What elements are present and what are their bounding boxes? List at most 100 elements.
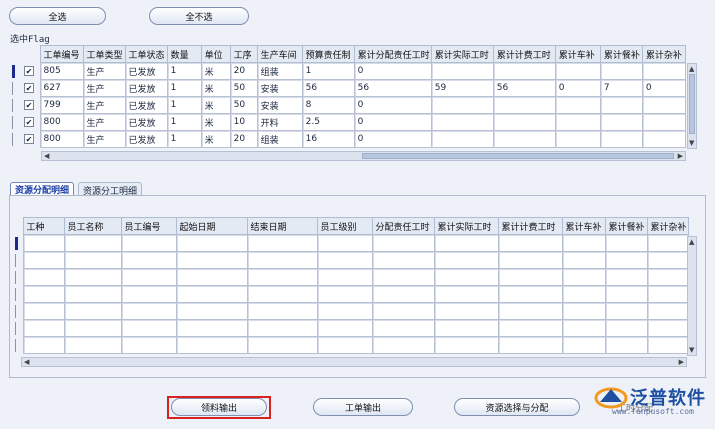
- table-row[interactable]: ✔ 799 生产 已发放 1 米 50 安装 8 0: [12, 96, 687, 114]
- table-cell[interactable]: [497, 234, 563, 252]
- table-cell[interactable]: [63, 302, 122, 320]
- table-cell[interactable]: [646, 268, 689, 286]
- table-cell[interactable]: 56: [353, 79, 432, 97]
- table-cell[interactable]: [371, 336, 435, 354]
- scroll-up-icon[interactable]: ▲: [689, 238, 694, 246]
- table-cell[interactable]: [22, 319, 65, 337]
- row-checkbox[interactable]: ✔: [24, 99, 34, 110]
- table-cell[interactable]: 0: [554, 79, 601, 97]
- table-cell[interactable]: [371, 268, 435, 286]
- table-cell[interactable]: 生产: [82, 130, 126, 148]
- work-order-output-button[interactable]: 工单输出: [313, 398, 413, 416]
- table-cell[interactable]: [316, 268, 373, 286]
- table-cell[interactable]: 1: [301, 62, 355, 80]
- table-cell[interactable]: 10: [229, 113, 258, 131]
- column-header[interactable]: 员工级别: [316, 217, 373, 235]
- row-selector[interactable]: [12, 64, 15, 78]
- table-cell[interactable]: [246, 251, 318, 269]
- table-cell[interactable]: [492, 96, 556, 114]
- table-cell[interactable]: [604, 268, 648, 286]
- table-cell[interactable]: 799: [39, 96, 84, 114]
- work-order-horizontal-scrollbar[interactable]: ◀ ▶: [41, 151, 686, 161]
- scroll-right-icon[interactable]: ▶: [679, 358, 684, 366]
- table-cell[interactable]: 安装: [256, 79, 303, 97]
- column-header[interactable]: 分配责任工时: [371, 217, 435, 235]
- table-cell[interactable]: [120, 268, 177, 286]
- table-cell[interactable]: [175, 302, 248, 320]
- table-cell[interactable]: [604, 234, 648, 252]
- table-cell[interactable]: [175, 285, 248, 303]
- table-cell[interactable]: [22, 285, 65, 303]
- table-cell[interactable]: 生产: [82, 62, 126, 80]
- table-cell[interactable]: [641, 130, 687, 148]
- table-cell[interactable]: [430, 96, 494, 114]
- table-cell[interactable]: 800: [39, 113, 84, 131]
- table-cell[interactable]: [246, 302, 318, 320]
- table-cell[interactable]: 20: [229, 62, 258, 80]
- column-header[interactable]: 累计杂补: [646, 217, 689, 235]
- table-cell[interactable]: [561, 251, 606, 269]
- table-cell[interactable]: [604, 302, 648, 320]
- column-header[interactable]: 累计计费工时: [492, 45, 556, 63]
- table-cell[interactable]: [554, 96, 601, 114]
- table-cell[interactable]: [497, 319, 563, 337]
- table-cell[interactable]: [646, 302, 689, 320]
- column-header[interactable]: 累计车补: [554, 45, 601, 63]
- table-cell[interactable]: [646, 336, 689, 354]
- row-selector[interactable]: [15, 287, 20, 301]
- column-header[interactable]: 工序: [229, 45, 258, 63]
- table-cell[interactable]: [430, 113, 494, 131]
- table-cell[interactable]: [120, 336, 177, 354]
- column-header[interactable]: 单位: [200, 45, 231, 63]
- column-header[interactable]: 员工编号: [120, 217, 177, 235]
- table-cell[interactable]: 已发放: [124, 79, 168, 97]
- table-cell[interactable]: [604, 336, 648, 354]
- table-cell[interactable]: 已发放: [124, 113, 168, 131]
- table-cell[interactable]: [316, 302, 373, 320]
- table-cell[interactable]: [497, 268, 563, 286]
- table-cell[interactable]: [492, 130, 556, 148]
- table-cell[interactable]: [646, 319, 689, 337]
- column-header[interactable]: 工单编号: [39, 45, 84, 63]
- table-row[interactable]: [15, 319, 689, 337]
- table-cell[interactable]: [554, 130, 601, 148]
- table-cell[interactable]: [371, 319, 435, 337]
- table-cell[interactable]: [63, 319, 122, 337]
- column-header[interactable]: 累计杂补: [641, 45, 687, 63]
- table-cell[interactable]: [246, 268, 318, 286]
- table-cell[interactable]: 已发放: [124, 96, 168, 114]
- table-cell[interactable]: 16: [301, 130, 355, 148]
- column-header[interactable]: 累计实际工时: [430, 45, 494, 63]
- select-none-button[interactable]: 全不选: [149, 7, 249, 25]
- column-header[interactable]: 结束日期: [246, 217, 318, 235]
- table-cell[interactable]: [120, 285, 177, 303]
- table-row[interactable]: [15, 336, 689, 354]
- row-selector[interactable]: [12, 132, 17, 146]
- table-cell[interactable]: 50: [229, 96, 258, 114]
- table-cell[interactable]: [561, 285, 606, 303]
- table-cell[interactable]: 8: [301, 96, 355, 114]
- row-selector[interactable]: [15, 304, 20, 318]
- table-cell[interactable]: [497, 285, 563, 303]
- table-cell[interactable]: [63, 234, 122, 252]
- table-cell[interactable]: [316, 251, 373, 269]
- row-checkbox[interactable]: ✔: [24, 82, 34, 93]
- column-header[interactable]: 数量: [166, 45, 202, 63]
- table-cell[interactable]: [641, 113, 687, 131]
- column-header[interactable]: 累计实际工时: [433, 217, 499, 235]
- table-cell[interactable]: 805: [39, 62, 84, 80]
- table-row[interactable]: [15, 251, 689, 269]
- table-cell[interactable]: [433, 251, 499, 269]
- scroll-left-icon[interactable]: ◀: [24, 358, 29, 366]
- row-selector[interactable]: [15, 236, 18, 250]
- table-row[interactable]: ✔ 800 生产 已发放 1 米 20 组装 16 0: [12, 130, 687, 148]
- row-selector[interactable]: [15, 270, 20, 284]
- table-cell[interactable]: [246, 234, 318, 252]
- table-cell[interactable]: [246, 319, 318, 337]
- column-header[interactable]: 工单类型: [82, 45, 126, 63]
- resource-vertical-scrollbar[interactable]: ▲ ▼: [687, 236, 697, 356]
- table-cell[interactable]: [646, 251, 689, 269]
- table-cell[interactable]: 组装: [256, 62, 303, 80]
- table-cell[interactable]: [561, 302, 606, 320]
- table-cell[interactable]: [175, 268, 248, 286]
